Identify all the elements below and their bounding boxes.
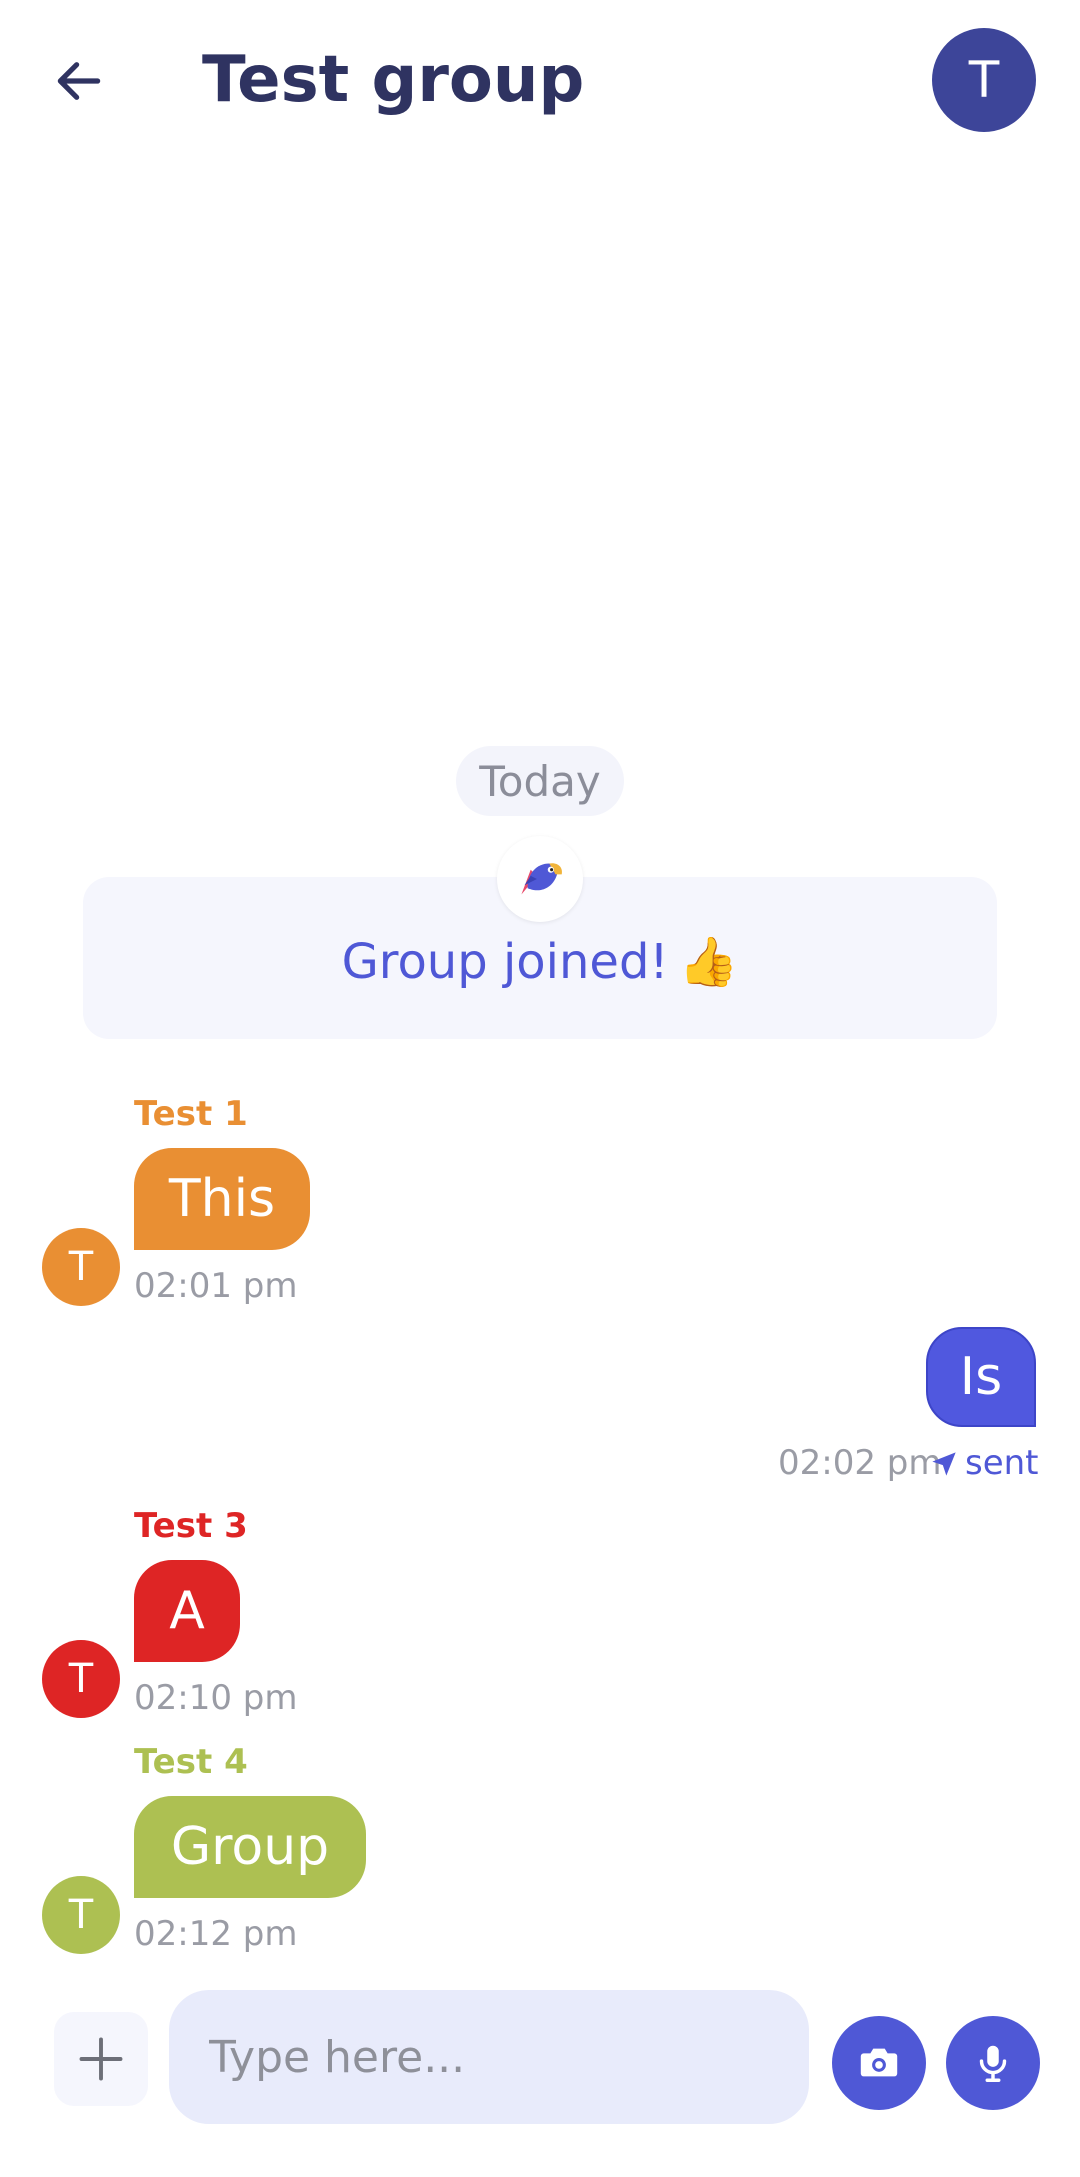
attach-button[interactable] (54, 2012, 148, 2106)
message-bubble[interactable]: This (134, 1148, 310, 1250)
sender-avatar[interactable]: T (42, 1640, 120, 1718)
send-arrow-icon (930, 1450, 958, 1478)
message-bubble[interactable]: A (134, 1560, 240, 1662)
message-time: 02:10 pm (134, 1678, 298, 1718)
camera-icon (860, 2048, 898, 2077)
date-divider: Today (456, 746, 624, 816)
message-sender: Test 1 (134, 1094, 248, 1134)
message-time: 02:01 pm (134, 1266, 298, 1306)
group-avatar[interactable]: T (932, 28, 1036, 132)
message-time: 02:02 pm (778, 1443, 942, 1483)
message-bubble[interactable]: Is (926, 1327, 1036, 1427)
message-sender: Test 4 (134, 1742, 248, 1782)
message-bubble[interactable]: Group (134, 1796, 366, 1898)
message-status: sent (965, 1443, 1039, 1483)
message-sender: Test 3 (134, 1506, 248, 1546)
sender-avatar[interactable]: T (42, 1228, 120, 1306)
back-button[interactable] (40, 42, 118, 120)
microphone-icon (979, 2045, 1007, 2082)
microphone-button[interactable] (946, 2016, 1040, 2110)
message-input[interactable] (169, 1990, 809, 2124)
thumbs-up-emoji: 👍 (678, 934, 739, 990)
parrot-logo-icon (497, 836, 583, 922)
camera-button[interactable] (832, 2016, 926, 2110)
system-message: Group joined! 👍 (83, 930, 997, 994)
arrow-left-icon (57, 62, 101, 100)
plus-icon (79, 2037, 123, 2081)
message-time: 02:12 pm (134, 1914, 298, 1954)
page-title: Test group (202, 43, 585, 117)
sender-avatar[interactable]: T (42, 1876, 120, 1954)
system-message-text: Group joined! (341, 934, 669, 990)
